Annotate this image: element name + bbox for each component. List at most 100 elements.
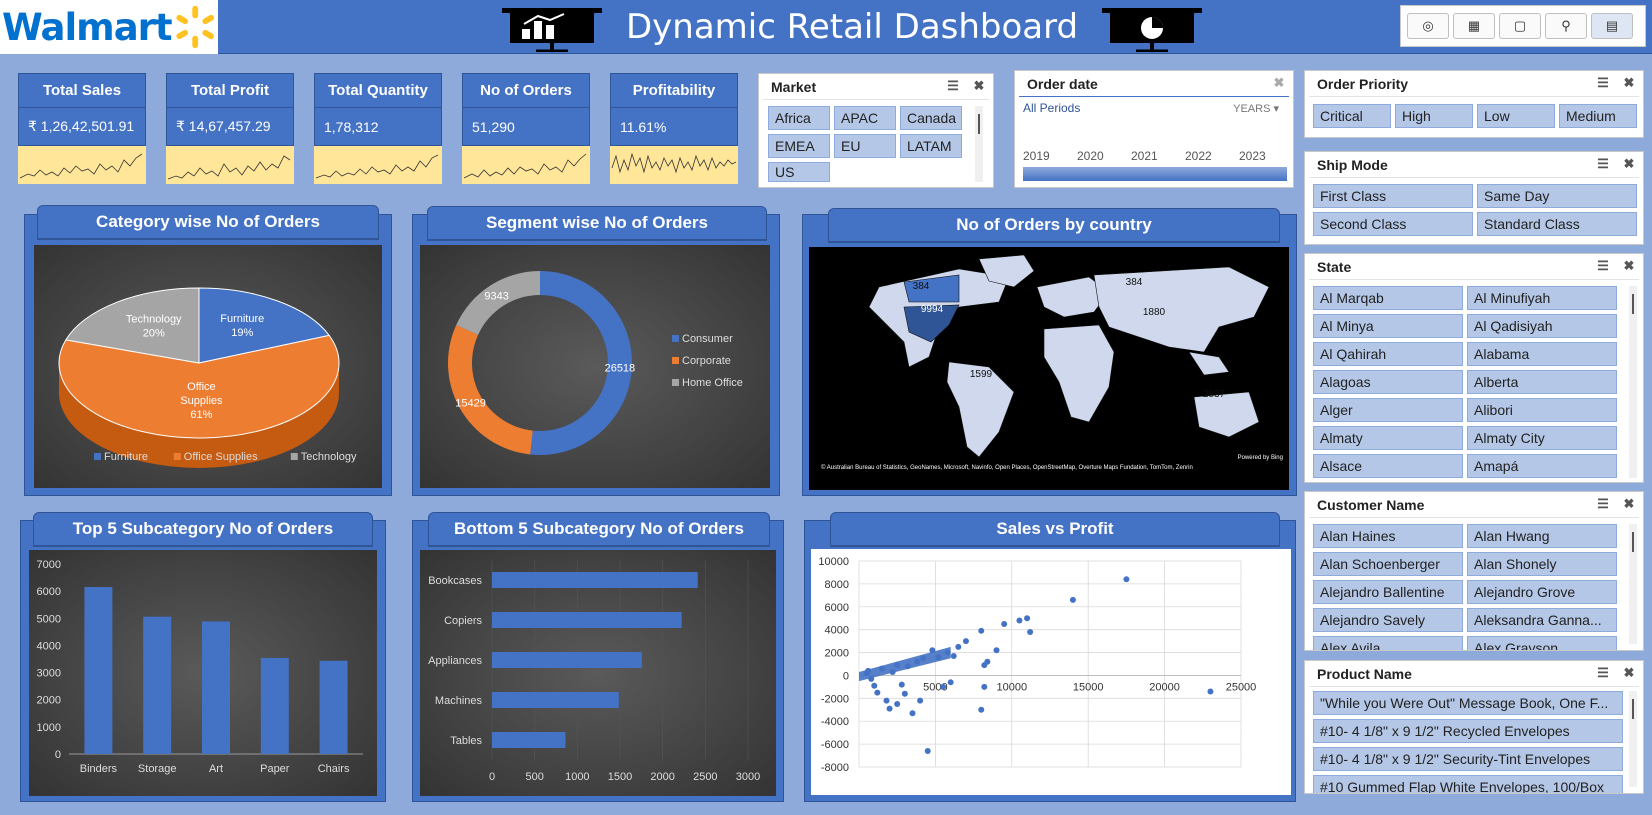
- slicer-item-medium[interactable]: Medium: [1559, 104, 1637, 128]
- kpi-title: Total Sales: [18, 73, 146, 108]
- slicer-item-standard-class[interactable]: Standard Class: [1477, 212, 1637, 236]
- scatter-point: [883, 697, 890, 704]
- slicer-item[interactable]: Alan Hwang: [1467, 524, 1617, 548]
- magnifier-icon[interactable]: ⚲: [1545, 13, 1587, 39]
- slicer-item[interactable]: Al Marqab: [1313, 286, 1463, 310]
- scatter-point: [935, 654, 942, 661]
- kpi-value: ₹ 1,26,42,501.91: [18, 108, 146, 146]
- cart-icon[interactable]: ▤: [1591, 13, 1633, 39]
- scatter-point: [1123, 576, 1130, 583]
- kpi-value: 11.61%: [610, 108, 738, 146]
- clear-filter-icon[interactable]: ✖: [1621, 496, 1637, 512]
- slicer-item-first-class[interactable]: First Class: [1313, 184, 1473, 208]
- legend-entry: Home Office: [682, 377, 743, 389]
- x-tick-label: Art: [209, 763, 223, 775]
- scrollbar[interactable]: [1629, 524, 1637, 644]
- slicer-item[interactable]: Alabama: [1467, 342, 1617, 366]
- clear-filter-icon[interactable]: ✖: [1621, 665, 1637, 681]
- time-level-label: YEARS: [1233, 103, 1271, 115]
- slicer-item[interactable]: #10 Gummed Flap White Envelopes, 100/Box: [1313, 775, 1623, 793]
- scrollbar[interactable]: [975, 106, 983, 182]
- legend-entry: Technology: [301, 451, 357, 463]
- multi-select-icon[interactable]: ☰: [1595, 665, 1611, 681]
- slicer-item-second-class[interactable]: Second Class: [1313, 212, 1473, 236]
- chart-title: Sales vs Profit: [830, 512, 1280, 546]
- year-label: 2021: [1131, 149, 1158, 163]
- slicer-item-critical[interactable]: Critical: [1313, 104, 1391, 128]
- x-tick-label: 10000: [997, 681, 1028, 693]
- slicer-item-high[interactable]: High: [1395, 104, 1473, 128]
- slicer-item[interactable]: Alan Haines: [1313, 524, 1463, 548]
- slicer-item[interactable]: Alberta: [1467, 370, 1617, 394]
- slicer-item[interactable]: Amapá: [1467, 454, 1617, 478]
- y-tick-label: 8000: [825, 579, 849, 591]
- clear-filter-icon[interactable]: ✖: [1621, 258, 1637, 274]
- slicer-item[interactable]: Alan Schoenberger: [1313, 552, 1463, 576]
- slicer-item[interactable]: Alejandro Savely: [1313, 608, 1463, 632]
- chart-icon[interactable]: ▦: [1453, 13, 1495, 39]
- multi-select-icon[interactable]: ☰: [1595, 258, 1611, 274]
- slicer-item-us[interactable]: US: [768, 162, 830, 182]
- slicer-item[interactable]: Almaty: [1313, 426, 1463, 450]
- slicer-item[interactable]: Alejandro Grove: [1467, 580, 1617, 604]
- multi-select-icon[interactable]: ☰: [1595, 496, 1611, 512]
- slicer-item[interactable]: Aleksandra Ganna...: [1467, 608, 1617, 632]
- slicer-item[interactable]: Al Minya: [1313, 314, 1463, 338]
- slicer-item-apac[interactable]: APAC: [834, 106, 896, 130]
- slicer-item[interactable]: Al Qadisiyah: [1467, 314, 1617, 338]
- y-tick-label: 2000: [825, 648, 849, 660]
- scatter-point: [901, 690, 908, 697]
- scatter-point: [924, 747, 931, 754]
- slicer-item-same-day[interactable]: Same Day: [1477, 184, 1637, 208]
- multi-select-icon[interactable]: ☰: [1595, 75, 1611, 91]
- slicer-item[interactable]: #10- 4 1/8" x 9 1/2" Recycled Envelopes: [1313, 719, 1623, 743]
- slicer-item[interactable]: Alibori: [1467, 398, 1617, 422]
- slicer-item[interactable]: Al Qahirah: [1313, 342, 1463, 366]
- multi-select-icon[interactable]: ☰: [1595, 156, 1611, 172]
- slicer-item[interactable]: "While you Were Out" Message Book, One F…: [1313, 691, 1623, 715]
- slicer-item[interactable]: Al Minufiyah: [1467, 286, 1617, 310]
- clear-filter-icon[interactable]: ✖: [1271, 75, 1287, 91]
- slicer-item[interactable]: Alex Grayson: [1467, 636, 1617, 650]
- slicer-item[interactable]: Alger: [1313, 398, 1463, 422]
- slicer-item-emea[interactable]: EMEA: [768, 134, 830, 158]
- multi-select-icon[interactable]: ☰: [945, 78, 961, 94]
- box-icon[interactable]: ▢: [1499, 13, 1541, 39]
- scrollbar[interactable]: [1629, 286, 1637, 478]
- year-label: 2022: [1185, 149, 1212, 163]
- x-tick-label: Paper: [260, 763, 290, 775]
- clear-filter-icon[interactable]: ✖: [1621, 75, 1637, 91]
- kpi-value: 51,290: [462, 108, 590, 146]
- slicer-item-latam[interactable]: LATAM: [900, 134, 962, 158]
- slicer-item[interactable]: Almaty City: [1467, 426, 1617, 450]
- slicer-item-low[interactable]: Low: [1477, 104, 1555, 128]
- panel-orders-by-country: 384 9994 384 1880 1599 2837 Powered by Bing © A…: [802, 214, 1297, 496]
- y-tick-label: 6000: [825, 602, 849, 614]
- slicer-item-eu[interactable]: EU: [834, 134, 896, 158]
- slicer-header: Product Name ☰ ✖: [1309, 661, 1639, 687]
- scatter-point: [889, 669, 896, 676]
- slicer-item[interactable]: Alan Shonely: [1467, 552, 1617, 576]
- slicer-item[interactable]: #10- 4 1/8" x 9 1/2" Security-Tint Envel…: [1313, 747, 1623, 771]
- clear-filter-icon[interactable]: ✖: [971, 78, 987, 94]
- scatter-point: [1001, 620, 1008, 627]
- scatter-point: [978, 706, 985, 713]
- x-tick-label: 2000: [650, 771, 674, 783]
- map-powered-by: Powered by Bing: [1238, 455, 1283, 461]
- time-level-dropdown[interactable]: YEARS ▾: [1233, 102, 1279, 115]
- timeline-years: 2019 2020 2021 2022 2023: [1023, 149, 1287, 163]
- slicer-item[interactable]: Alagoas: [1313, 370, 1463, 394]
- money-bag-icon[interactable]: ◎: [1407, 13, 1449, 39]
- sparkline: [18, 146, 146, 184]
- scatter-point: [944, 649, 951, 656]
- scatter-point: [914, 658, 921, 665]
- slicer-item[interactable]: Alex Avila: [1313, 636, 1463, 650]
- clear-filter-icon[interactable]: ✖: [1621, 156, 1637, 172]
- slicer-header: Ship Mode ☰ ✖: [1309, 152, 1639, 178]
- slicer-item-canada[interactable]: Canada: [900, 106, 962, 130]
- slicer-item-africa[interactable]: Africa: [768, 106, 830, 130]
- timeline-bar[interactable]: [1023, 167, 1287, 181]
- slicer-item[interactable]: Alejandro Ballentine: [1313, 580, 1463, 604]
- scrollbar[interactable]: [1629, 691, 1637, 787]
- slicer-item[interactable]: Alsace: [1313, 454, 1463, 478]
